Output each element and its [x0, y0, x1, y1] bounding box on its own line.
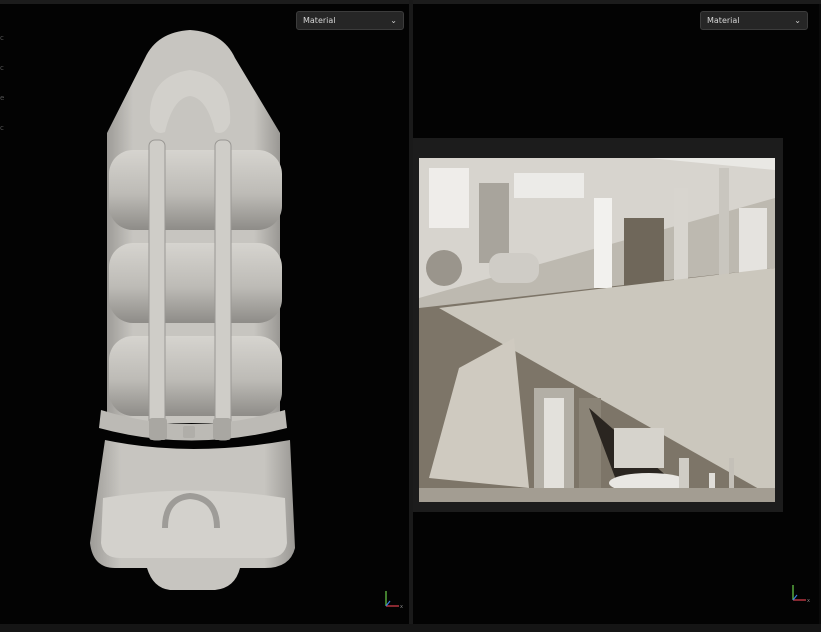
seat-buckle-center [183, 426, 195, 438]
right-axis-x-label: x [807, 598, 810, 604]
seat-cushion-3 [109, 336, 282, 416]
seat-cushion-2 [109, 243, 282, 323]
left-3d-viewport[interactable]: ccec Material ⌄ x [0, 4, 409, 624]
texture-plane-frame [413, 138, 783, 512]
left-shading-mode-dropdown[interactable]: Material ⌄ [296, 11, 404, 30]
seat-strap-left [148, 139, 166, 441]
seat-buckle-left [149, 418, 167, 440]
baked-texture-plane[interactable] [419, 158, 775, 502]
left-axis-x-label: x [400, 604, 403, 610]
left-axis-gizmo: x [385, 591, 403, 610]
seat-strap-right [214, 139, 232, 441]
baked-texture-image [419, 158, 775, 502]
left-edge-markers: ccec [0, 34, 5, 132]
chevron-down-icon: ⌄ [390, 16, 397, 25]
left-shading-mode-value: Material [303, 16, 336, 25]
right-shading-mode-value: Material [707, 16, 740, 25]
window-bottom-border [0, 624, 821, 632]
seat-cushion-1 [109, 150, 282, 230]
chevron-down-icon: ⌄ [794, 16, 801, 25]
seat-pan [101, 490, 287, 558]
seat-3d-model[interactable] [85, 28, 300, 598]
seat-buckle-right [213, 418, 231, 440]
right-shading-mode-dropdown[interactable]: Material ⌄ [700, 11, 808, 30]
right-axis-gizmo: x [792, 585, 810, 604]
right-3d-viewport[interactable]: Material ⌄ x [413, 4, 819, 624]
